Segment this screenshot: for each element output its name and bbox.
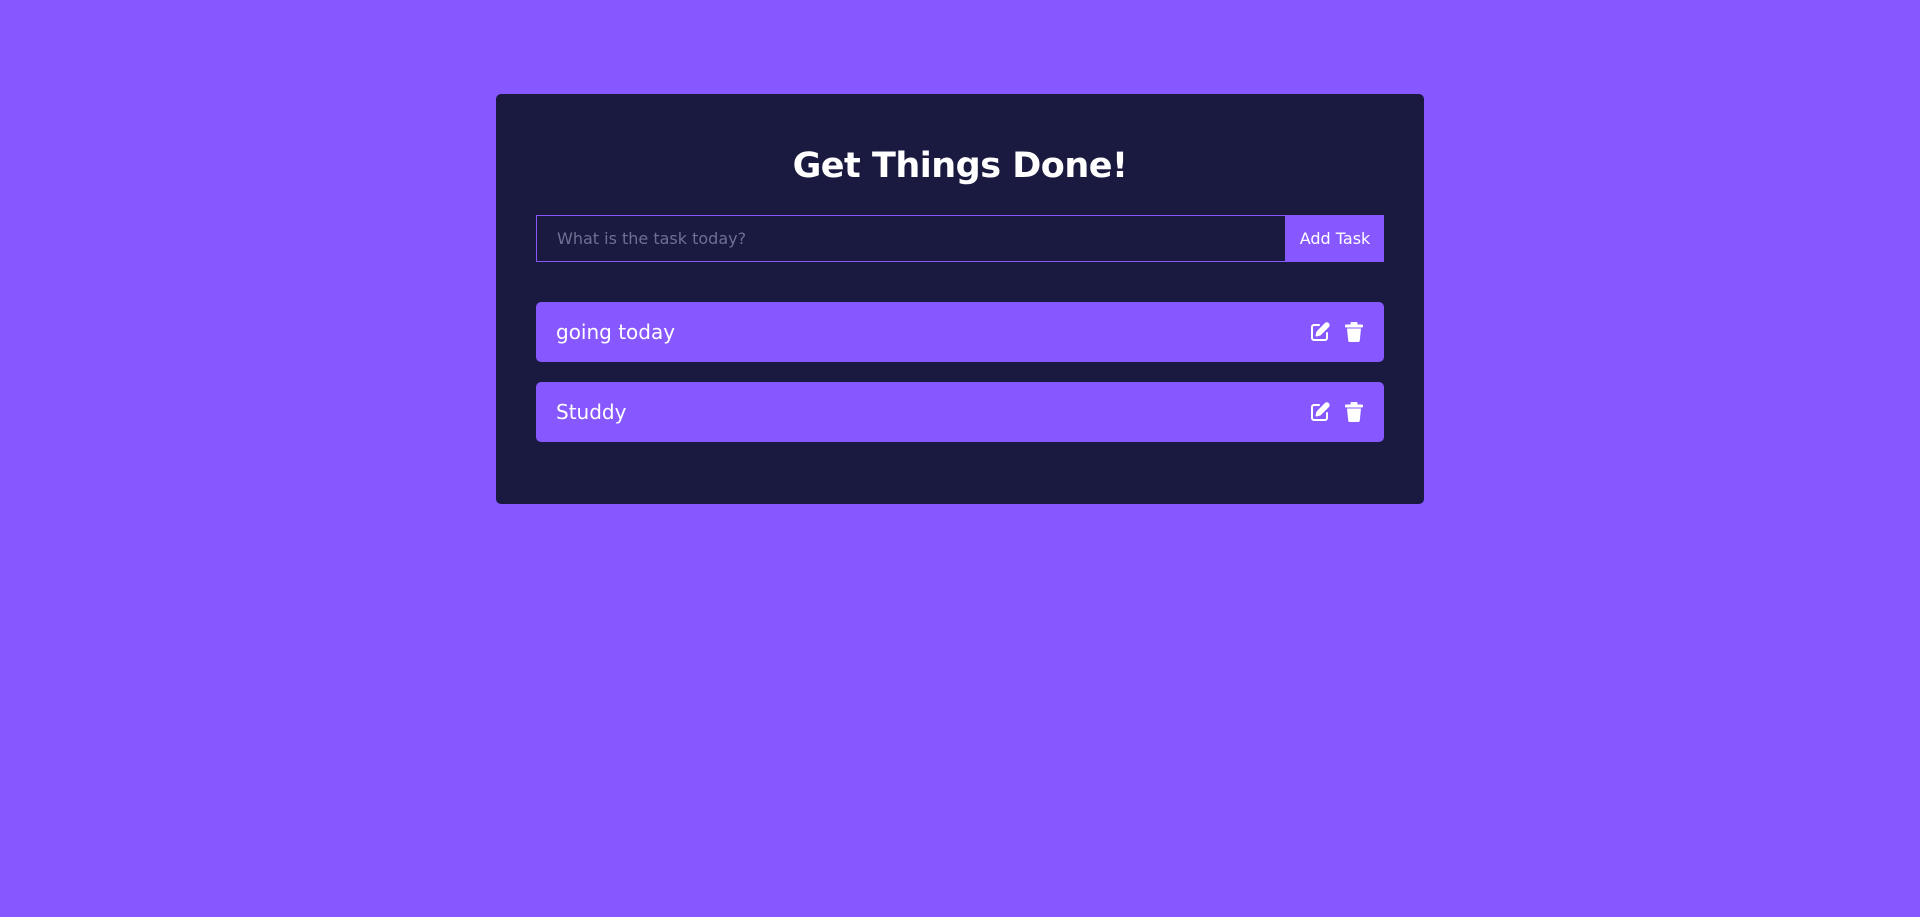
- task-input[interactable]: [536, 215, 1286, 262]
- task-actions: [1310, 322, 1364, 342]
- trash-icon[interactable]: [1344, 322, 1364, 342]
- todo-form: Add Task: [536, 215, 1384, 262]
- todo-wrapper: Get Things Done! Add Task going today: [496, 94, 1424, 504]
- task-text[interactable]: going today: [556, 320, 675, 344]
- task-item: Studdy: [536, 382, 1384, 442]
- task-item: going today: [536, 302, 1384, 362]
- task-text[interactable]: Studdy: [556, 400, 626, 424]
- edit-icon[interactable]: [1310, 402, 1330, 422]
- add-task-button[interactable]: Add Task: [1286, 215, 1384, 262]
- task-actions: [1310, 402, 1364, 422]
- edit-icon[interactable]: [1310, 322, 1330, 342]
- task-list: going today Studdy: [536, 302, 1384, 442]
- trash-icon[interactable]: [1344, 402, 1364, 422]
- page-title: Get Things Done!: [792, 146, 1128, 186]
